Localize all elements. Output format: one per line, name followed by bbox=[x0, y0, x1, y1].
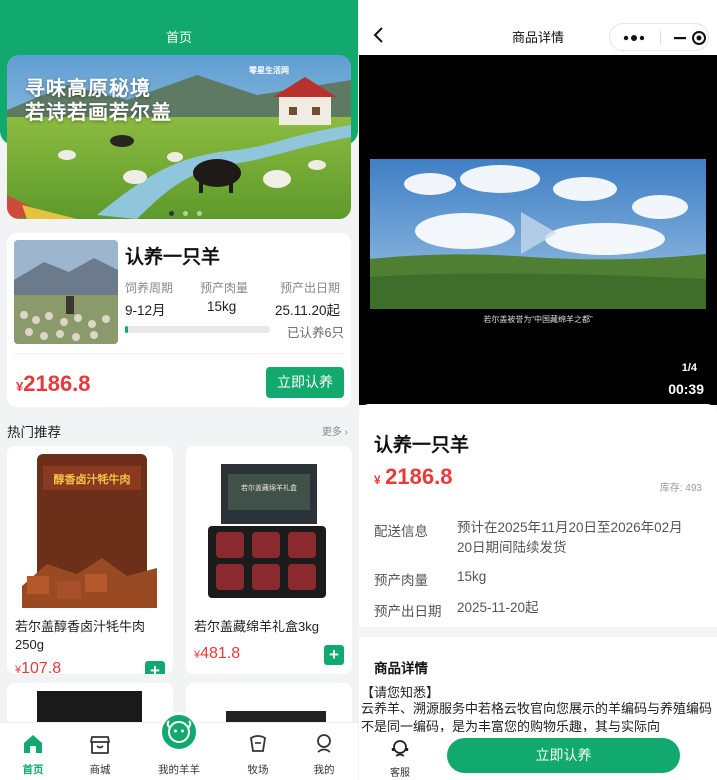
product-info: 认养一只羊 ¥ 2186.8 库存: 493 bbox=[359, 404, 717, 510]
price-value: 2186.8 bbox=[385, 464, 453, 489]
cycle-label: 饲养周期 bbox=[125, 281, 174, 295]
goods-image: 若尔盖藏绵羊礼盒 bbox=[186, 446, 352, 608]
more-label: 更多 bbox=[321, 427, 342, 438]
section-title: 热门推荐 bbox=[7, 425, 61, 440]
tab-label: 我的羊羊 bbox=[158, 764, 200, 776]
product-detail-page: 商品详情 若尔盖被誉为“中国藏绵羊之都” 1/4 00:39 认养一只羊 ¥ 2… bbox=[359, 0, 717, 780]
pack-label: 若尔盖藏绵羊礼盒 bbox=[241, 483, 297, 492]
notice-heading: 【请您知悉】 bbox=[361, 685, 440, 700]
date-label: 预产出日期 bbox=[374, 604, 442, 619]
goods-name: 若尔盖醇香卤汁牦牛肉250g bbox=[15, 619, 146, 652]
add-to-cart-button[interactable]: + bbox=[145, 661, 165, 674]
capsule-divider bbox=[660, 31, 661, 45]
goods-name: 若尔盖藏绵羊礼盒3kg bbox=[194, 619, 319, 634]
customer-service-button[interactable]: 客服 bbox=[382, 738, 418, 779]
price-value: 481.8 bbox=[200, 645, 241, 662]
user-icon bbox=[317, 734, 331, 753]
customer-service-icon bbox=[391, 740, 409, 757]
app-screenshot: 首页 寻味高原秘境 若诗若画若尔盖 零星生活网 认养一只羊 饲养周期 预产肉量 … bbox=[0, 0, 717, 780]
meat-label: 预产肉量 bbox=[374, 573, 428, 588]
tab-mine[interactable]: 我的 bbox=[294, 723, 354, 780]
adoption-progress-bar bbox=[125, 326, 270, 333]
minimize-icon[interactable] bbox=[672, 28, 706, 48]
product-title: 认养一只羊 bbox=[374, 435, 470, 456]
adopt-now-button[interactable]: 立即认养 bbox=[447, 738, 680, 773]
pack-label: 醇香卤汁牦牛肉 bbox=[54, 472, 131, 486]
chevron-right-icon: › bbox=[344, 427, 348, 438]
date-label: 预产出日期 bbox=[280, 281, 341, 295]
tab-mall[interactable]: 商城 bbox=[70, 723, 130, 780]
more-dots-icon[interactable] bbox=[622, 32, 648, 44]
more-link[interactable]: 更多 › bbox=[322, 423, 348, 438]
spec-list: 配送信息 预计在2025年11月20日至2026年02月20日期间陆续发货 预产… bbox=[359, 510, 717, 627]
tab-label: 牧场 bbox=[247, 764, 269, 776]
meat-value: 15kg bbox=[207, 299, 237, 314]
product-thumbnail bbox=[14, 240, 118, 344]
divider bbox=[14, 353, 344, 354]
media-index: 1/4 bbox=[681, 362, 697, 374]
section-title: 商品详情 bbox=[374, 661, 428, 676]
price-value: 2186.8 bbox=[23, 371, 91, 396]
meat-value: 15kg bbox=[457, 569, 487, 584]
date-value: 2025-11-20起 bbox=[457, 600, 539, 615]
play-icon[interactable] bbox=[517, 208, 561, 258]
goods-card[interactable]: 若尔盖藏绵羊礼盒 若尔盖藏绵羊礼盒3kg ¥481.8 + bbox=[186, 446, 352, 674]
tab-label: 商城 bbox=[89, 764, 111, 776]
ranch-icon bbox=[250, 735, 266, 752]
goods-price: ¥107.8 bbox=[15, 660, 61, 674]
cycle-value: 9-12月 bbox=[125, 303, 166, 318]
home-icon bbox=[24, 735, 42, 753]
video-caption: 若尔盖被誉为“中国藏绵羊之都” bbox=[483, 315, 593, 324]
sheep-center-button[interactable] bbox=[159, 712, 199, 752]
bottom-action-bar: 客服 立即认养 bbox=[359, 732, 717, 780]
product-price: ¥ 2186.8 bbox=[374, 464, 452, 490]
delivery-value: 预计在2025年11月20日至2026年02月20日期间陆续发货 bbox=[457, 520, 683, 555]
progress-fill bbox=[125, 326, 128, 333]
tab-ranch[interactable]: 牧场 bbox=[228, 723, 288, 780]
add-to-cart-button[interactable]: + bbox=[324, 645, 344, 665]
currency-symbol: ¥ bbox=[374, 473, 381, 487]
banner-brand-logo: 零星生活网 bbox=[249, 66, 289, 75]
banner-carousel[interactable]: 寻味高原秘境 若诗若画若尔盖 零星生活网 bbox=[7, 55, 351, 219]
detail-body: 云养羊、溯源服务中若格云牧官向您展示的羊编码与养殖编码不是同一编码，是为丰富您的… bbox=[361, 701, 713, 734]
carousel-dot[interactable] bbox=[183, 211, 188, 216]
carousel-dot[interactable] bbox=[197, 211, 202, 216]
adopted-count: 已认养6只 bbox=[287, 326, 344, 340]
adopt-now-button[interactable]: 立即认养 bbox=[266, 367, 344, 398]
date-value: 25.11.20起 bbox=[275, 303, 341, 318]
price-value: 107.8 bbox=[21, 660, 62, 674]
banner-headline-2: 若诗若画若尔盖 bbox=[25, 102, 172, 124]
home-page: 首页 寻味高原秘境 若诗若画若尔盖 零星生活网 认养一只羊 饲养周期 预产肉量 … bbox=[0, 0, 358, 780]
product-title: 认养一只羊 bbox=[125, 247, 221, 268]
carousel-dot[interactable] bbox=[169, 211, 174, 216]
video-duration: 00:39 bbox=[668, 381, 704, 397]
mini-program-capsule bbox=[609, 23, 709, 51]
tab-label: 首页 bbox=[22, 764, 44, 776]
delivery-label: 配送信息 bbox=[374, 524, 428, 539]
adopt-sheep-card[interactable]: 认养一只羊 饲养周期 预产肉量 预产出日期 9-12月 15kg 25.11.2… bbox=[7, 233, 351, 407]
nav-bar: 商品详情 bbox=[359, 0, 717, 55]
video-player[interactable]: 若尔盖被誉为“中国藏绵羊之都” 1/4 00:39 bbox=[359, 55, 717, 405]
meat-label: 预产肉量 bbox=[200, 281, 249, 295]
goods-price: ¥481.8 bbox=[194, 645, 240, 663]
goods-card[interactable]: 醇香卤汁牦牛肉 若尔盖醇香卤汁牦牛肉250g ¥107.8 + bbox=[7, 446, 173, 674]
product-price: ¥2186.8 bbox=[16, 371, 91, 397]
shop-icon bbox=[90, 736, 110, 754]
carousel-indicator[interactable] bbox=[169, 203, 211, 219]
page-title: 首页 bbox=[165, 30, 192, 45]
tab-home[interactable]: 首页 bbox=[3, 723, 63, 780]
sheep-icon bbox=[166, 720, 192, 743]
service-label: 客服 bbox=[390, 768, 410, 779]
goods-image: 醇香卤汁牦牛肉 bbox=[7, 446, 173, 608]
stock-count: 库存: 493 bbox=[659, 483, 702, 494]
tab-label: 我的 bbox=[313, 764, 335, 776]
